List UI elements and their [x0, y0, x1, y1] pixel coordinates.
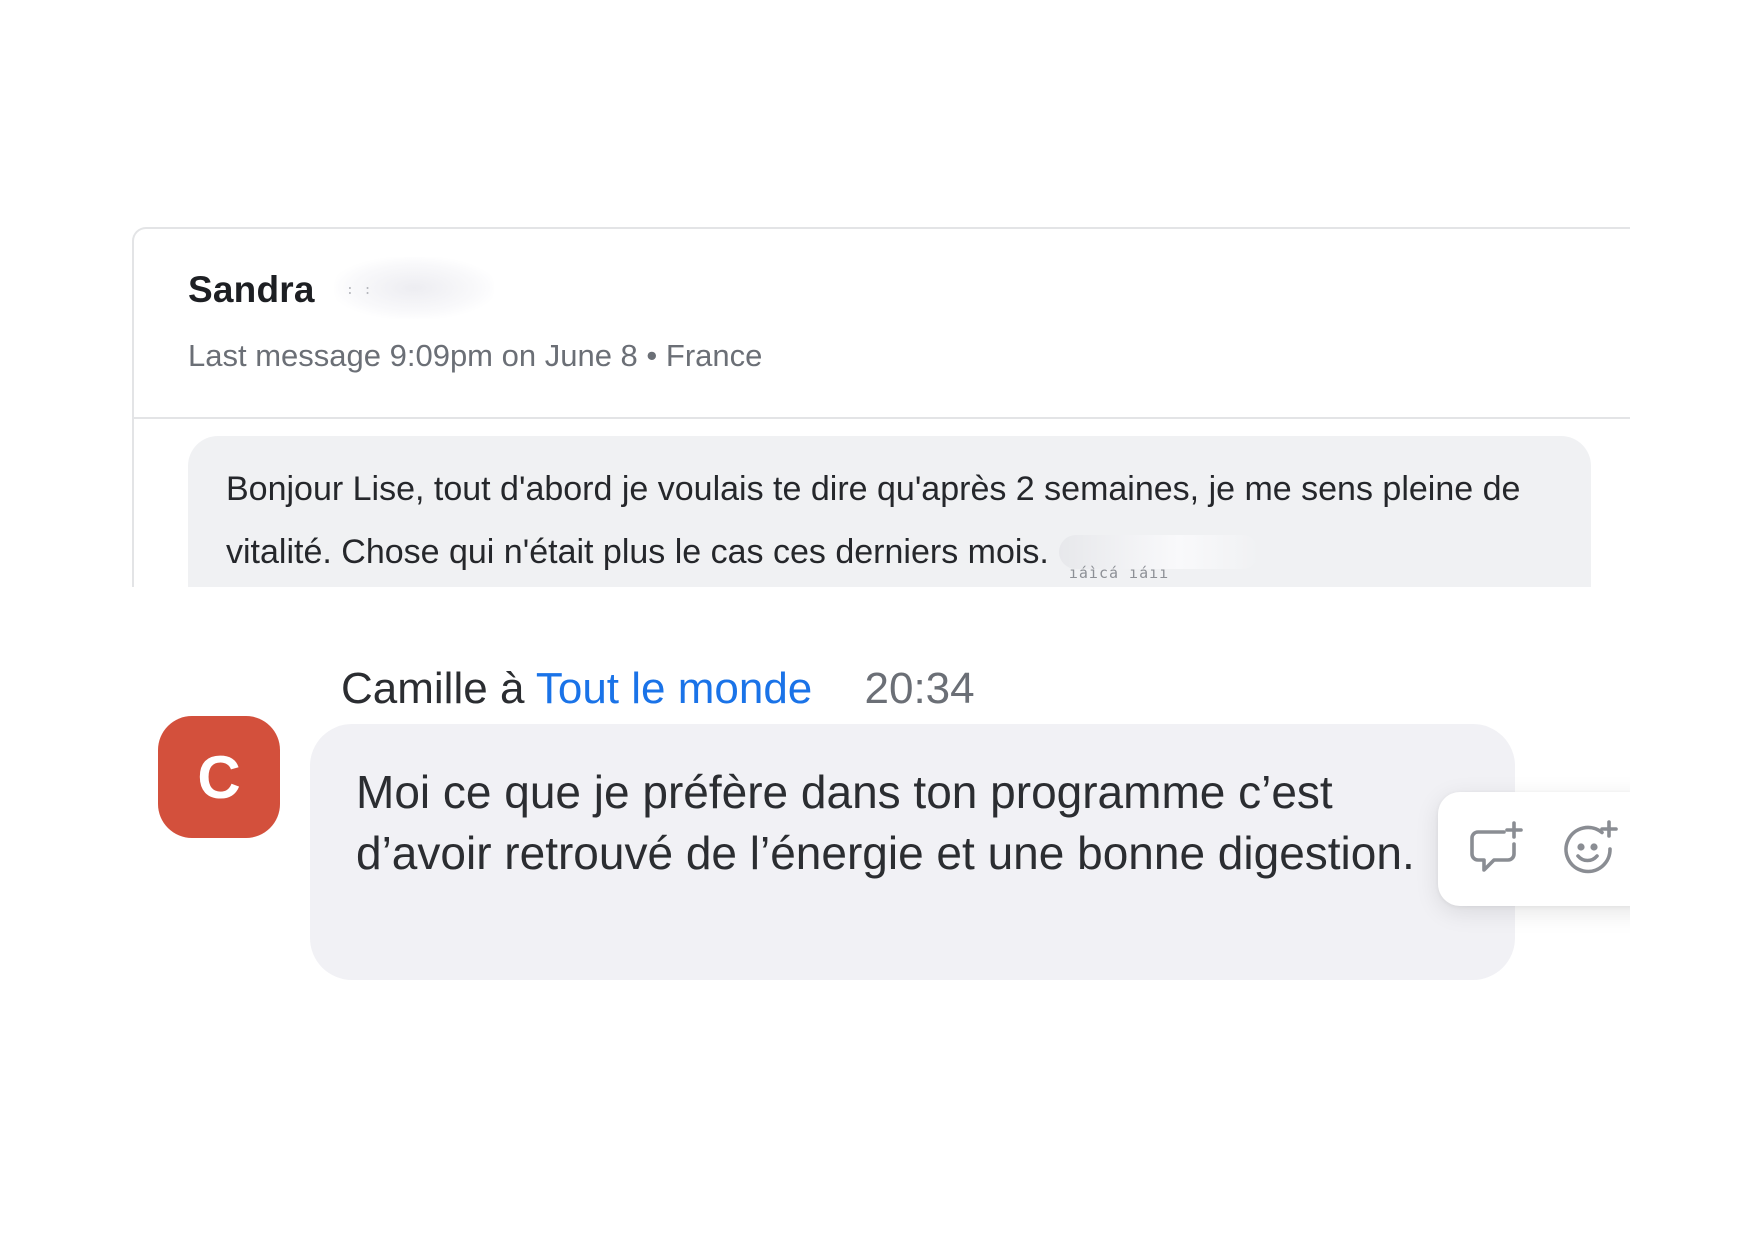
chat-message-text: Moi ce que je préfère dans ton programme…	[356, 766, 1415, 879]
message-sender-line: Camille à Tout le monde 20:34	[341, 664, 975, 714]
contact-name: Sandra	[188, 269, 315, 310]
reply-button[interactable]	[1462, 814, 1532, 884]
meta-separator: •	[646, 338, 658, 373]
message-preview-content: Bonjour Lise, tout d'abord je voulais te…	[226, 470, 1521, 571]
smiley-plus-icon	[1564, 820, 1618, 874]
message-time: 20:34	[864, 664, 975, 713]
sender-name: Camille	[341, 664, 488, 713]
conversation-card[interactable]: Sandra : : Last message 9:09pm on June 8…	[132, 227, 1634, 589]
to-word: à	[499, 664, 525, 713]
contact-location: France	[665, 338, 763, 373]
chat-message-bubble: Moi ce que je préfère dans ton programme…	[310, 724, 1515, 980]
recipient-link[interactable]: Tout le monde	[536, 664, 812, 713]
screenshot-edge	[1630, 0, 1748, 1240]
message-preview-bubble: Bonjour Lise, tout d'abord je voulais te…	[188, 436, 1591, 589]
last-message-time: Last message 9:09pm on June 8	[188, 338, 638, 373]
redacted-handle: : :	[334, 257, 494, 319]
reply-bubble-plus-icon	[1470, 821, 1523, 872]
conversation-header: Sandra : : Last message 9:09pm on June 8…	[134, 229, 1634, 419]
avatar[interactable]: C	[158, 716, 280, 838]
redacted-emoji: ıáìcá ıáıı	[1058, 535, 1259, 582]
contact-meta: Last message 9:09pm on June 8 • France	[188, 338, 762, 374]
message-preview-text: Bonjour Lise, tout d'abord je voulais te…	[226, 458, 1566, 584]
add-reaction-button[interactable]	[1554, 814, 1624, 884]
